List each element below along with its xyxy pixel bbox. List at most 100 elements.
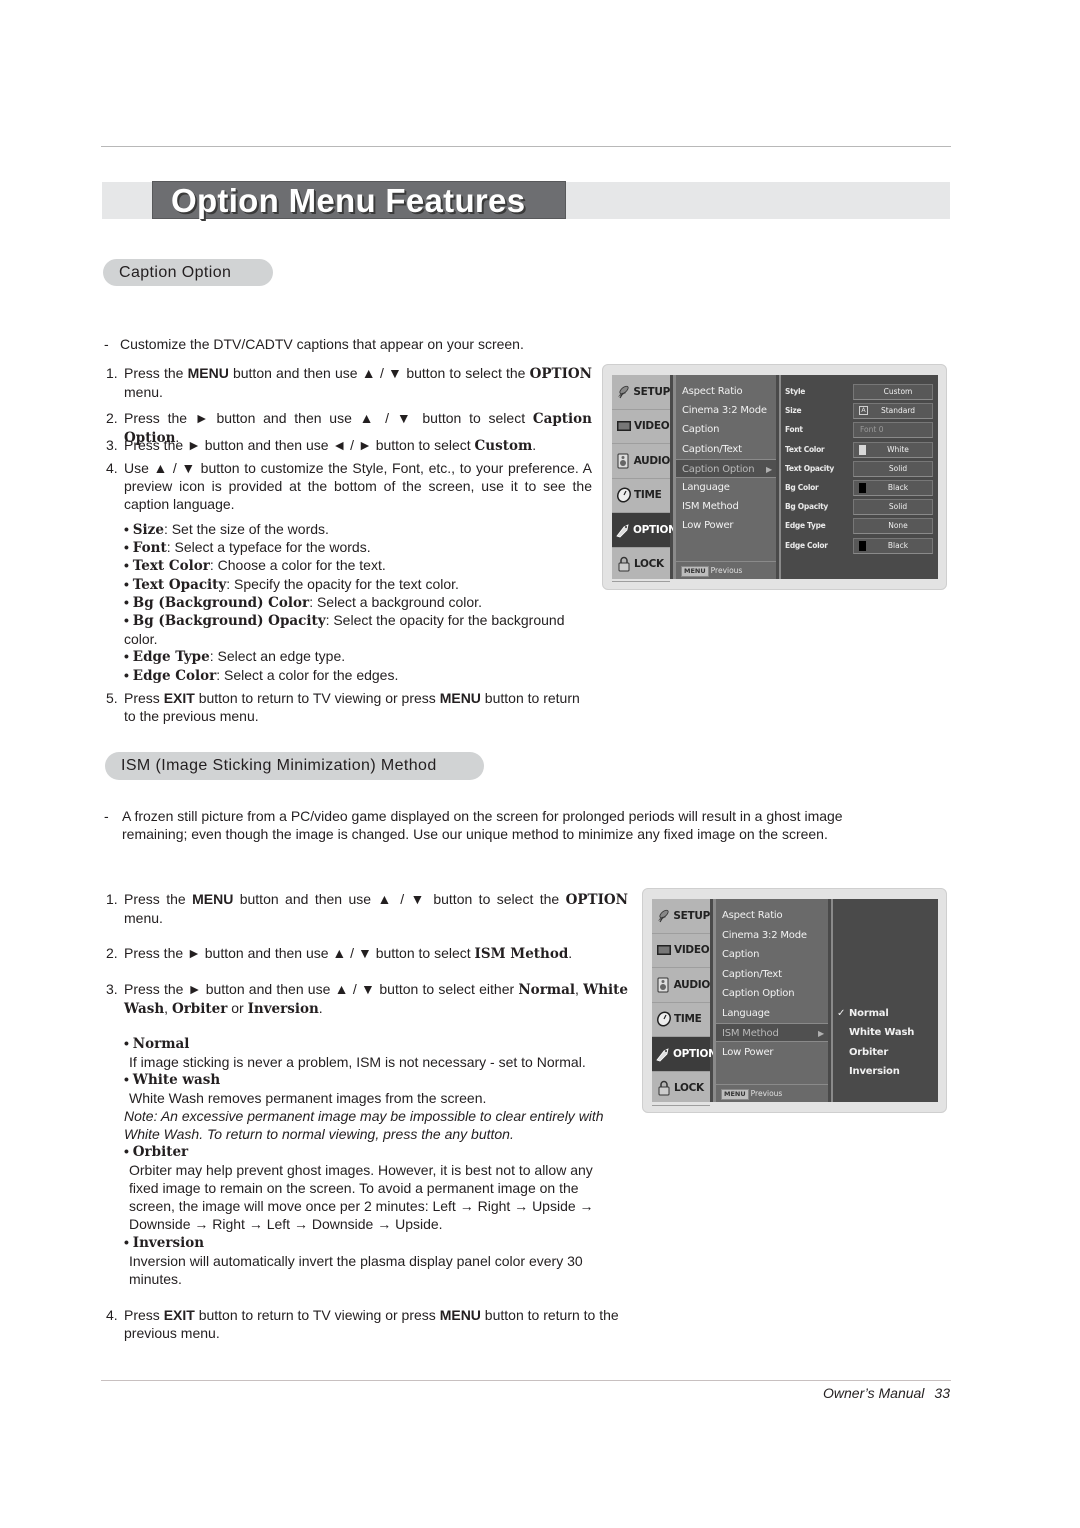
step-number: 5. xyxy=(106,690,118,706)
ism-option[interactable]: White Wash xyxy=(849,1023,914,1042)
tv-menu-item-label: Aspect Ratio xyxy=(682,386,743,397)
tv-menu-item[interactable]: Caption Option ▶ xyxy=(676,458,776,478)
step-body: Press the ► button and then use ◄ / ► bu… xyxy=(124,436,592,455)
step-keyword: MENU xyxy=(187,365,229,381)
caption-setting-value[interactable]: None xyxy=(853,518,933,535)
step-text: or xyxy=(227,1000,248,1016)
option-term: Orbiter xyxy=(132,1144,189,1160)
tv-menu-item-label: ISM Method xyxy=(722,1028,779,1039)
tv-menu-item[interactable]: ISM Method ▶ xyxy=(716,1023,828,1042)
step-text: . xyxy=(532,437,537,453)
caption-setting-value[interactable]: Solid xyxy=(853,499,933,516)
tv-tab-lock[interactable]: LOCK xyxy=(612,548,670,582)
tv-menu-item[interactable]: Language xyxy=(716,1004,828,1023)
step-text: button and then use ▲ / ▼ button to sele… xyxy=(228,365,530,381)
tv-tab-audio[interactable]: AUDIO xyxy=(612,444,670,479)
step-text: Press xyxy=(124,1307,164,1323)
caption-setting-value[interactable]: Black xyxy=(853,480,933,496)
caption-setting-label: Size xyxy=(785,406,802,416)
tv-menu-item[interactable]: Aspect Ratio xyxy=(676,382,776,401)
caption-setting-label: Text Opacity xyxy=(785,463,834,473)
caption-setting-value[interactable]: Black xyxy=(853,537,933,554)
tv-menu-item[interactable]: Caption/Text xyxy=(716,965,828,984)
tv-menu-item[interactable]: Aspect Ratio xyxy=(716,906,828,925)
tv-menu-item[interactable]: Low Power xyxy=(676,516,776,535)
step-item: 4. Use ▲ / ▼ button to customize the Styl… xyxy=(106,459,592,513)
section-heading-ism: ISM (Image Sticking Minimization) Method xyxy=(105,752,484,780)
tv-menu-item[interactable]: Caption xyxy=(716,945,828,964)
step-text: , xyxy=(164,1000,172,1016)
caption-intro-text: Customize the DTV/CADTV captions that ap… xyxy=(120,336,524,352)
tv-menu-item[interactable]: Caption Option xyxy=(716,984,828,1003)
option-term: Inversion xyxy=(132,1235,205,1251)
tv-tab-option[interactable]: OPTION xyxy=(612,513,677,548)
tv-menu-item[interactable]: Cinema 3:2 Mode xyxy=(716,926,828,945)
tv-menu-item-label: Language xyxy=(722,1007,770,1019)
caption-setting-value[interactable]: Custom xyxy=(853,384,933,400)
tv-tab-video[interactable]: VIDEO xyxy=(612,410,670,444)
tv-tab-setup[interactable]: SETUP xyxy=(652,899,710,934)
ism-option-item: • Inversion Inversion will automatically … xyxy=(124,1233,624,1288)
previous-hint[interactable]: MENU Previous xyxy=(676,561,776,579)
caption-setting-value[interactable]: Solid xyxy=(853,460,933,477)
caption-setting-value-text: Solid xyxy=(888,463,908,473)
tv-menu-screen: SETUP VIDEO AUDIO TIME OPTION LOCK Aspect Rat… xyxy=(612,375,938,582)
ism-option[interactable]: Inversion xyxy=(849,1062,900,1081)
color-swatch xyxy=(859,540,866,551)
ism-option[interactable]: Orbiter xyxy=(849,1043,888,1062)
step-text: button to return to TV viewing or press xyxy=(194,690,440,706)
bullet-dot: • xyxy=(124,666,133,683)
step-keyword: Normal xyxy=(518,982,575,998)
bullet-dot: • xyxy=(124,1234,133,1250)
bullet-item: • Bg (Background) Color: Select a backgr… xyxy=(124,593,594,611)
satellite-icon xyxy=(655,907,671,924)
ism-option-item: • Orbiter Orbiter may help prevent ghost … xyxy=(124,1142,624,1233)
tv-tab-audio[interactable]: AUDIO xyxy=(652,968,710,1003)
bullet-desc: : Select a typeface for the words. xyxy=(166,539,371,556)
tv-menu-item-label: Cinema 3:2 Mode xyxy=(722,929,807,941)
tv-menu-items: Aspect Ratio Cinema 3:2 Mode Caption Captio… xyxy=(713,899,828,1102)
bullet-desc: : Set the size of the words. xyxy=(163,521,329,537)
color-swatch xyxy=(859,483,866,493)
caption-setting-value[interactable]: Font 0 xyxy=(853,422,933,439)
bullet-item: • Bg (Background) Opacity: Select the op… xyxy=(124,611,594,647)
page-number: 33 xyxy=(934,1385,950,1401)
caption-setting-value[interactable]: A Standard xyxy=(853,403,933,420)
step-number: 1. xyxy=(106,365,118,381)
tv-menu-item[interactable]: Language xyxy=(676,478,776,497)
caption-setting-row: Edge Type None xyxy=(781,516,938,535)
tv-tab-setup[interactable]: SETUP xyxy=(612,375,670,410)
tv-tab-time[interactable]: TIME xyxy=(652,1003,710,1037)
step-text: Press the ► button and then use ◄ / ► bu… xyxy=(124,437,475,453)
tv-tab-video[interactable]: VIDEO xyxy=(652,934,710,968)
tv-menu-item[interactable]: Caption xyxy=(676,420,776,439)
lock-icon xyxy=(655,1080,672,1097)
tv-tab-time[interactable]: TIME xyxy=(612,479,670,513)
tv-menu-item[interactable]: Caption/Text xyxy=(676,440,776,459)
tv-tab-label: SETUP xyxy=(673,909,710,922)
tv-menu-item[interactable]: Low Power xyxy=(716,1043,828,1062)
tv-menu-item[interactable]: Cinema 3:2 Mode xyxy=(676,401,776,420)
tv-menu-item[interactable]: ISM Method xyxy=(676,497,776,516)
tv-tab-label: LOCK xyxy=(634,558,664,571)
bullet-dot: • xyxy=(124,557,133,574)
step-body: Press the ► button and then use ▲ / ▼ bu… xyxy=(124,980,628,1018)
tv-tab-option[interactable]: OPTION xyxy=(652,1037,717,1072)
page-title: Option Menu Features xyxy=(171,182,526,219)
step-number: 2. xyxy=(106,945,118,961)
previous-hint[interactable]: MENU Previous xyxy=(716,1084,828,1102)
step-keyword: ISM Method xyxy=(474,946,569,962)
ism-option[interactable]: Normal xyxy=(849,1004,889,1023)
tv-tab-label: OPTION xyxy=(633,523,677,536)
footer-label: Owner’s Manual xyxy=(823,1385,925,1401)
step-keyword: EXIT xyxy=(163,690,195,706)
bullet-term: Text Opacity xyxy=(132,576,227,593)
caption-setting-label: Edge Color xyxy=(785,540,828,550)
caption-setting-row: Bg Opacity Solid xyxy=(781,497,938,516)
caption-setting-value[interactable]: White xyxy=(853,441,933,458)
bullet-dot: • xyxy=(124,539,133,556)
previous-label: Previous xyxy=(710,566,743,575)
bullet-dot: • xyxy=(124,611,133,628)
tv-tab-lock[interactable]: LOCK xyxy=(652,1072,710,1106)
bullet-item: • Font: Select a typeface for the words. xyxy=(124,538,594,556)
